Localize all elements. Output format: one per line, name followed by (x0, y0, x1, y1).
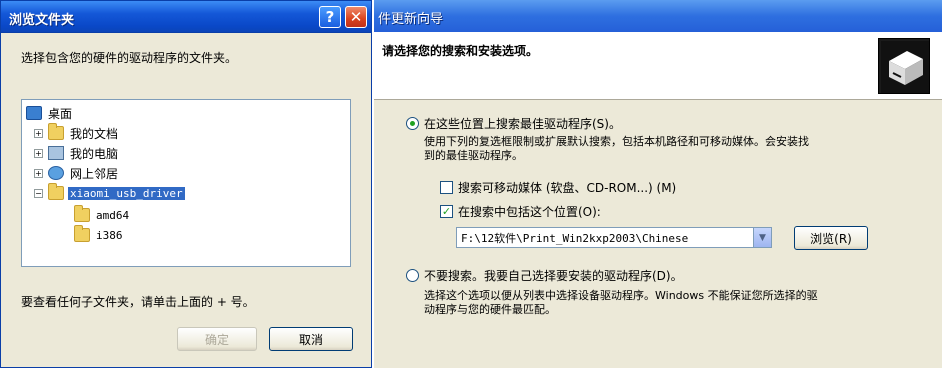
chevron-down-icon[interactable]: ▼ (753, 228, 771, 247)
collapse-icon[interactable]: − (34, 188, 43, 198)
wizard-titlebar[interactable]: 件更新向导 (374, 0, 942, 32)
tree-item-my-documents[interactable]: + 我的文档 (34, 123, 120, 142)
tree-item-label: i386 (96, 228, 123, 242)
expand-icon[interactable]: + (34, 148, 43, 158)
include-location-label: 在搜索中包括这个位置(O): (458, 205, 601, 219)
location-path-value[interactable]: F:\12软件\Print_Win2kxp2003\Chinese (457, 230, 753, 246)
hardware-wizard-icon (878, 38, 930, 94)
browse-dialog-title: 浏览文件夹 (9, 13, 75, 28)
folder-icon (74, 205, 90, 222)
browse-dialog-titlebar[interactable]: 浏览文件夹 ? ✕ (1, 1, 371, 33)
include-location-checkbox[interactable]: ✓ 在搜索中包括这个位置(O): (440, 203, 601, 220)
checkbox-checked-icon[interactable]: ✓ (440, 205, 453, 218)
computer-icon (48, 146, 64, 160)
help-icon: ? (325, 8, 335, 26)
browse-folder-dialog: 浏览文件夹 ? ✕ 选择包含您的硬件的驱动程序的文件夹。 桌面 + 我的文档 +… (0, 0, 372, 368)
browse-button[interactable]: 浏览(R) (794, 226, 868, 250)
tree-item-my-computer[interactable]: + 我的电脑 (34, 144, 120, 162)
folder-icon (74, 225, 90, 242)
folder-icon (48, 123, 64, 140)
hardware-update-wizard: 件更新向导 请选择您的搜索和安装选项。 在这些位置上搜索最佳驱动程序(S)。 使… (372, 0, 942, 368)
tree-item-label: amd64 (96, 208, 130, 222)
radio-unchecked-icon[interactable] (406, 269, 419, 282)
help-button[interactable]: ? (319, 6, 341, 28)
network-icon (48, 166, 64, 180)
option-search-radio[interactable]: 在这些位置上搜索最佳驱动程序(S)。 (406, 115, 621, 132)
option-manual-radio[interactable]: 不要搜索。我要自己选择要安装的驱动程序(D)。 (406, 267, 683, 284)
tree-item-amd64[interactable]: amd64 (74, 205, 131, 224)
checkbox-unchecked-icon[interactable] (440, 181, 453, 194)
tree-item-label: 桌面 (48, 106, 73, 121)
browse-instruction: 选择包含您的硬件的驱动程序的文件夹。 (21, 51, 238, 65)
ok-button[interactable]: 确定 (177, 327, 257, 351)
wizard-body: 在这些位置上搜索最佳驱动程序(S)。 使用下列的复选框限制或扩展默认搜索，包括本… (374, 101, 942, 368)
cancel-button[interactable]: 取消 (269, 327, 353, 351)
option-manual-label: 不要搜索。我要自己选择要安装的驱动程序(D)。 (424, 269, 683, 283)
tree-item-label: 我的电脑 (70, 146, 119, 161)
option-manual-desc-line2: 动程序与您的硬件最匹配。 (424, 303, 556, 316)
tree-item-i386[interactable]: i386 (74, 225, 125, 244)
tree-item-network[interactable]: + 网上邻居 (34, 164, 120, 182)
wizard-header-title: 请选择您的搜索和安装选项。 (382, 44, 539, 58)
folder-tree[interactable]: 桌面 + 我的文档 + 我的电脑 + 网上邻居 − xiaomi_usb_dri… (21, 99, 351, 267)
close-icon: ✕ (349, 8, 363, 26)
wizard-header: 请选择您的搜索和安装选项。 (374, 32, 942, 100)
tree-item-label: xiaomi_usb_driver (68, 186, 185, 200)
option-search-desc-line2: 到的最佳驱动程序。 (424, 149, 523, 162)
expand-icon[interactable]: + (34, 168, 43, 178)
option-search-description: 使用下列的复选框限制或扩展默认搜索，包括本机路径和可移动媒体。会安装找 到的最佳… (424, 135, 809, 163)
location-combobox[interactable]: F:\12软件\Print_Win2kxp2003\Chinese ▼ (456, 227, 772, 248)
tree-item-xiaomi-usb-driver[interactable]: − xiaomi_usb_driver (34, 183, 185, 202)
tree-item-desktop[interactable]: 桌面 (26, 104, 74, 122)
tree-item-label: 我的文档 (70, 126, 119, 141)
removable-media-checkbox[interactable]: 搜索可移动媒体 (软盘、CD-ROM...) (M) (440, 179, 676, 196)
option-search-desc-line1: 使用下列的复选框限制或扩展默认搜索，包括本机路径和可移动媒体。会安装找 (424, 135, 809, 148)
radio-checked-icon[interactable] (406, 117, 419, 130)
tree-item-label: 网上邻居 (70, 166, 119, 181)
option-manual-desc-line1: 选择这个选项以便从列表中选择设备驱动程序。Windows 不能保证您所选择的驱 (424, 289, 818, 302)
wizard-title: 件更新向导 (378, 12, 444, 27)
expand-icon[interactable]: + (34, 128, 43, 138)
desktop-icon (26, 106, 42, 120)
folder-icon (48, 183, 64, 200)
subfolder-hint: 要查看任何子文件夹，请单击上面的 + 号。 (21, 295, 255, 309)
option-search-label: 在这些位置上搜索最佳驱动程序(S)。 (424, 117, 621, 131)
close-button[interactable]: ✕ (345, 6, 367, 28)
removable-media-label: 搜索可移动媒体 (软盘、CD-ROM...) (M) (458, 181, 677, 195)
option-manual-description: 选择这个选项以便从列表中选择设备驱动程序。Windows 不能保证您所选择的驱 … (424, 289, 818, 317)
